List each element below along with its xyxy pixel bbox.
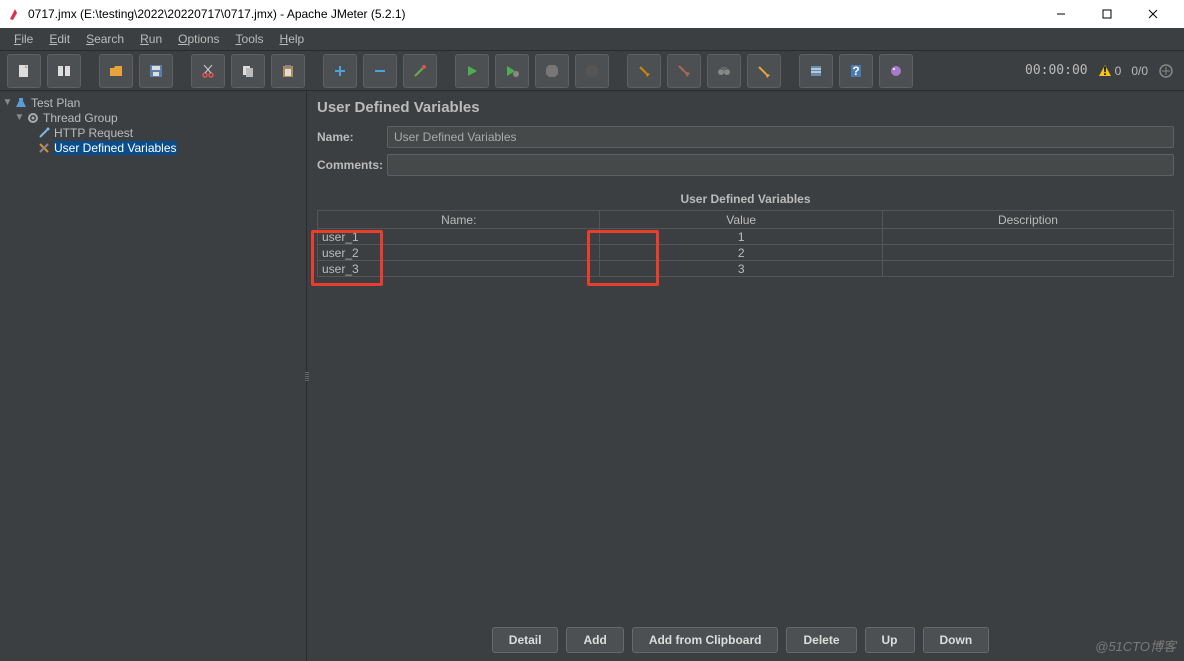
svg-text:?: ? (852, 64, 859, 78)
menu-run[interactable]: Run (132, 32, 170, 46)
help-icon[interactable]: ? (839, 54, 873, 88)
detail-button[interactable]: Detail (492, 627, 559, 653)
function-helper-icon[interactable] (799, 54, 833, 88)
window-minimize-button[interactable] (1038, 0, 1084, 28)
reset-search-icon[interactable] (747, 54, 781, 88)
svg-text:!: ! (1103, 64, 1107, 78)
comments-label: Comments: (317, 158, 387, 172)
remove-minus-icon[interactable] (363, 54, 397, 88)
tree-httprequest[interactable]: HTTP Request (0, 125, 306, 140)
flask-icon (13, 96, 29, 110)
tree-user-defined-variables[interactable]: User Defined Variables (0, 140, 306, 155)
tools-cross-icon (36, 141, 52, 155)
search-binoculars-icon[interactable] (707, 54, 741, 88)
timer-display: 00:00:00 (1025, 63, 1088, 78)
thread-counter: 0/0 (1131, 64, 1148, 78)
col-name[interactable]: Name: (318, 211, 600, 229)
toolbar: ? 00:00:00 ! 0 0/0 (0, 51, 1184, 91)
shutdown-icon[interactable] (575, 54, 609, 88)
content-pane: User Defined Variables Name: User Define… (307, 91, 1184, 661)
split-handle[interactable] (303, 361, 311, 391)
tree-testplan[interactable]: ▼ Test Plan (0, 95, 306, 110)
window-close-button[interactable] (1130, 0, 1176, 28)
menu-options[interactable]: Options (170, 32, 227, 46)
name-input[interactable]: User Defined Variables (387, 126, 1174, 148)
menu-tools[interactable]: Tools (228, 32, 272, 46)
name-label: Name: (317, 130, 387, 144)
down-button[interactable]: Down (923, 627, 990, 653)
play-notimers-icon[interactable] (495, 54, 529, 88)
window-titlebar: 0717.jmx (E:\testing\2022\20220717\0717.… (0, 0, 1184, 28)
menu-search[interactable]: Search (78, 32, 132, 46)
col-value[interactable]: Value (600, 211, 882, 229)
tree-pane: ▼ Test Plan ▼ Thread Group HTTP Request … (0, 91, 307, 661)
paste-clipboard-icon[interactable] (271, 54, 305, 88)
col-description[interactable]: Description (882, 211, 1173, 229)
wand-icon[interactable] (403, 54, 437, 88)
menu-file[interactable]: File (6, 32, 41, 46)
templates-icon[interactable] (47, 54, 81, 88)
tree-threadgroup[interactable]: ▼ Thread Group (0, 110, 306, 125)
table-row[interactable]: user_11 (318, 229, 1174, 245)
warning-counter[interactable]: ! 0 (1098, 64, 1122, 78)
menubar: File Edit Search Run Options Tools Help (0, 28, 1184, 51)
gear-icon (25, 111, 41, 125)
panel-title: User Defined Variables (317, 99, 1174, 116)
new-file-icon[interactable] (7, 54, 41, 88)
add-from-clipboard-button[interactable]: Add from Clipboard (632, 627, 779, 653)
cut-scissors-icon[interactable] (191, 54, 225, 88)
add-button[interactable]: Add (566, 627, 623, 653)
jmeter-logo-icon (8, 7, 22, 21)
copy-icon[interactable] (231, 54, 265, 88)
up-button[interactable]: Up (865, 627, 915, 653)
comments-input[interactable] (387, 154, 1174, 176)
watermark: @51CTO博客 (1095, 636, 1176, 655)
collapse-arrow-icon[interactable]: ▼ (14, 112, 25, 123)
play-start-icon[interactable] (455, 54, 489, 88)
clear-broom-icon[interactable] (627, 54, 661, 88)
clear-all-broom-icon[interactable] (667, 54, 701, 88)
variables-table[interactable]: Name: Value Description user_11 user_22 … (317, 210, 1174, 277)
stop-icon[interactable] (535, 54, 569, 88)
table-row[interactable]: user_22 (318, 245, 1174, 261)
button-row: Detail Add Add from Clipboard Delete Up … (307, 627, 1174, 653)
menu-help[interactable]: Help (272, 32, 313, 46)
collapse-arrow-icon[interactable]: ▼ (2, 97, 13, 108)
save-disk-icon[interactable] (139, 54, 173, 88)
open-folder-icon[interactable] (99, 54, 133, 88)
table-row[interactable]: user_33 (318, 261, 1174, 277)
delete-button[interactable]: Delete (786, 627, 856, 653)
menu-edit[interactable]: Edit (41, 32, 78, 46)
expand-tree-icon[interactable] (1158, 63, 1174, 79)
table-title: User Defined Variables (317, 192, 1174, 206)
window-title: 0717.jmx (E:\testing\2022\20220717\0717.… (28, 7, 406, 21)
add-plus-icon[interactable] (323, 54, 357, 88)
themes-icon[interactable] (879, 54, 913, 88)
warning-triangle-icon: ! (1098, 64, 1112, 78)
window-maximize-button[interactable] (1084, 0, 1130, 28)
pipette-icon (36, 126, 52, 140)
